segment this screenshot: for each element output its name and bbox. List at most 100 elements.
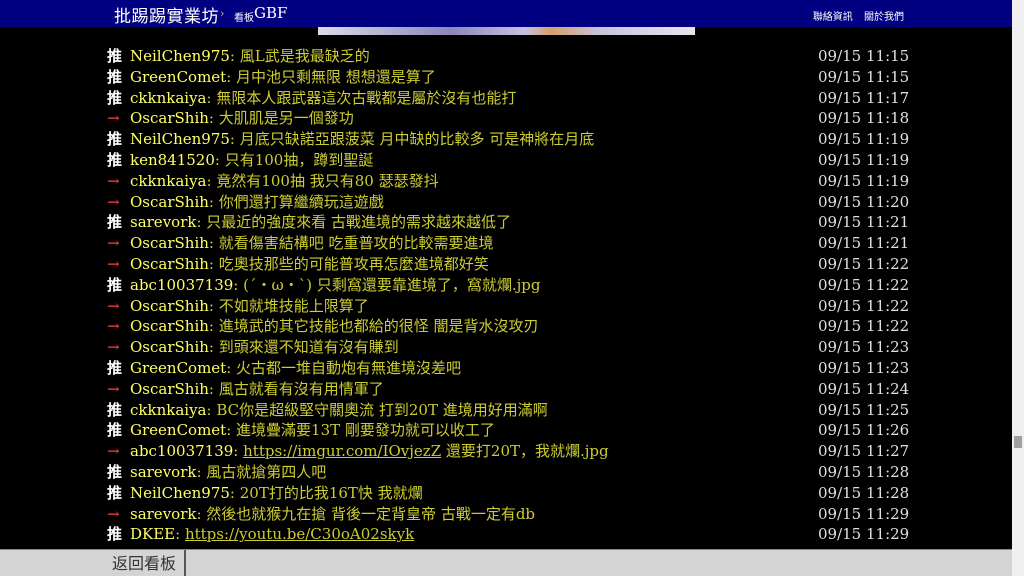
push-row: → OscarShih: 就看傷害結構吧 吃重普攻的比較需要進境 09/15 11:… xyxy=(0,233,1012,254)
push-datetime: 09/15 11:29 xyxy=(818,504,910,523)
push-content: : https://imgur.com/IOvjezZ 還要打20T，我就爛.j… xyxy=(233,442,608,460)
back-to-board-button[interactable]: 返回看板 xyxy=(104,550,186,576)
push-userid: OscarShih: 不如就堆技能上限算了 xyxy=(130,296,369,317)
push-username: ckknkaiya xyxy=(130,400,207,419)
push-userid: OscarShih: 你們還打算繼續玩這遊戲 xyxy=(130,192,384,213)
push-userid: abc10037139: https://imgur.com/IOvjezZ 還… xyxy=(130,441,609,462)
push-username: OscarShih xyxy=(130,338,209,357)
push-content: : 然後也就猴九在搶 背後一定背皇帝 古戰一定有db xyxy=(196,504,536,523)
push-row: 推 sarevork: 風古就搶第四人吧 09/15 11:28 xyxy=(0,462,1012,483)
push-link[interactable]: https://youtu.be/C30oA02skyk xyxy=(185,525,414,543)
push-tag-recommend: 推 xyxy=(107,525,123,544)
push-datetime: 09/15 11:23 xyxy=(818,358,910,377)
push-username: sarevork xyxy=(130,462,197,481)
push-username: OscarShih xyxy=(130,254,209,273)
push-tag-recommend: 推 xyxy=(107,150,123,169)
push-userid: ckknkaiya: 竟然有100抽 我只有80 瑟瑟發抖 xyxy=(130,171,439,192)
push-username: abc10037139 xyxy=(130,275,234,294)
push-username: abc10037139 xyxy=(130,442,234,461)
push-datetime: 09/15 11:15 xyxy=(818,67,910,86)
push-datetime: 09/15 11:27 xyxy=(818,442,910,461)
push-content: : 不如就堆技能上限算了 xyxy=(208,296,369,315)
site-title-link[interactable]: 批踢踢實業坊 xyxy=(114,2,219,27)
push-username: GreenComet xyxy=(130,358,227,377)
push-datetime: 09/15 11:24 xyxy=(818,379,910,398)
push-content: : 吃奧技那些的可能普攻再怎麼進境都好笑 xyxy=(208,254,489,273)
push-row: 推 sarevork: 只最近的強度來看 古戰進境的需求越來越低了 09/15 11… xyxy=(0,212,1012,233)
push-row: → ckknkaiya: 竟然有100抽 我只有80 瑟瑟發抖 09/15 11:1… xyxy=(0,171,1012,192)
board-label: 看板 xyxy=(234,13,254,24)
push-content: : 進境疊滿要13T 剛要發功就可以收工了 xyxy=(226,421,495,440)
contact-link[interactable]: 聯絡資訊 xyxy=(813,12,853,23)
scrollbar[interactable] xyxy=(1012,0,1024,576)
push-datetime: 09/15 11:28 xyxy=(818,462,910,481)
push-tag-recommend: 推 xyxy=(107,400,123,419)
push-username: sarevork xyxy=(130,213,197,232)
push-datetime: 09/15 11:20 xyxy=(818,192,910,211)
push-row: 推 NeilChen975: 月底只缺諾亞跟菠菜 月中缺的比較多 可是神將在月底 0… xyxy=(0,129,1012,150)
push-tag-recommend: 推 xyxy=(107,421,123,440)
push-username: OscarShih xyxy=(130,317,209,336)
push-link[interactable]: https://imgur.com/IOvjezZ xyxy=(243,442,441,460)
push-userid: sarevork: 然後也就猴九在搶 背後一定背皇帝 古戰一定有db xyxy=(130,504,535,525)
push-content: : https://youtu.be/C30oA02skyk xyxy=(175,525,414,543)
push-row: → OscarShih: 進境武的其它技能也都給的很怪 闇是背水沒攻刃 09/15 … xyxy=(0,316,1012,337)
push-row: 推 ckknkaiya: BC你是超級堅守關奧流 打到20T 進境用好用滿啊 09/… xyxy=(0,400,1012,421)
push-username: ckknkaiya xyxy=(130,171,207,190)
push-row: → OscarShih: 風古就看有沒有用情軍了 09/15 11:24 xyxy=(0,379,1012,400)
push-content: : BC你是超級堅守關奧流 打到20T 進境用好用滿啊 xyxy=(206,400,548,419)
top-bar: 批踢踢實業坊 › 看板 GBF 聯絡資訊 關於我們 xyxy=(0,0,1012,27)
push-username: GreenComet xyxy=(130,421,227,440)
push-tag-recommend: 推 xyxy=(107,213,123,232)
push-tag-arrow: → xyxy=(107,504,120,523)
push-userid: OscarShih: 進境武的其它技能也都給的很怪 闇是背水沒攻刃 xyxy=(130,316,539,337)
board-name-link[interactable]: GBF xyxy=(254,4,287,22)
push-username: ken841520 xyxy=(130,150,215,169)
push-tag-arrow: → xyxy=(107,338,120,357)
push-tag-arrow: → xyxy=(107,442,120,461)
push-row: → OscarShih: 到頭來還不知道有沒有賺到 09/15 11:23 xyxy=(0,337,1012,358)
push-datetime: 09/15 11:25 xyxy=(818,400,910,419)
push-datetime: 09/15 11:23 xyxy=(818,338,910,357)
push-userid: NeilChen975: 月底只缺諾亞跟菠菜 月中缺的比較多 可是神將在月底 xyxy=(130,129,594,150)
push-tag-arrow: → xyxy=(107,109,120,128)
push-userid: abc10037139: (´・ω・`) 只剩窩還要靠進境了，窩就爛.jpg xyxy=(130,275,540,296)
push-userid: OscarShih: 就看傷害結構吧 吃重普攻的比較需要進境 xyxy=(130,233,494,254)
push-tag-recommend: 推 xyxy=(107,130,123,149)
push-content: : 20T打的比我16T快 我就爛 xyxy=(229,483,423,502)
push-tag-arrow: → xyxy=(107,317,120,336)
push-row: 推 DKEE: https://youtu.be/C30oA02skyk 09/15… xyxy=(0,524,1012,545)
push-row: 推 NeilChen975: 風L武是我最缺乏的 09/15 11:15 xyxy=(0,46,1012,67)
push-userid: ken841520: 只有100抽，蹲到聖誕 xyxy=(130,150,373,171)
push-tag-arrow: → xyxy=(107,234,120,253)
push-datetime: 09/15 11:22 xyxy=(818,275,910,294)
about-link[interactable]: 關於我們 xyxy=(864,12,904,23)
push-userid: sarevork: 風古就搶第四人吧 xyxy=(130,462,326,483)
push-content: : 月中池只剩無限 想想還是算了 xyxy=(226,67,436,86)
push-username: NeilChen975 xyxy=(130,130,230,149)
push-userid: ckknkaiya: 無限本人跟武器這次古戰都是屬於沒有也能打 xyxy=(130,88,516,109)
scrollbar-thumb[interactable] xyxy=(1014,436,1022,448)
push-tag-arrow: → xyxy=(107,296,120,315)
push-content: : 只最近的強度來看 古戰進境的需求越來越低了 xyxy=(196,213,512,232)
push-userid: NeilChen975: 20T打的比我16T快 我就爛 xyxy=(130,483,423,504)
push-list: 推 NeilChen975: 風L武是我最缺乏的 09/15 11:15 推 Green… xyxy=(0,46,1012,545)
push-row: 推 GreenComet: 月中池只剩無限 想想還是算了 09/15 11:15 xyxy=(0,67,1012,88)
push-userid: OscarShih: 風古就看有沒有用情軍了 xyxy=(130,379,384,400)
push-row: → OscarShih: 你們還打算繼續玩這遊戲 09/15 11:20 xyxy=(0,192,1012,213)
push-row: 推 ckknkaiya: 無限本人跟武器這次古戰都是屬於沒有也能打 09/15 11… xyxy=(0,88,1012,109)
push-username: NeilChen975 xyxy=(130,483,230,502)
push-userid: OscarShih: 吃奧技那些的可能普攻再怎麼進境都好笑 xyxy=(130,254,489,275)
push-content: : 到頭來還不知道有沒有賺到 xyxy=(208,338,399,357)
push-datetime: 09/15 11:18 xyxy=(818,109,910,128)
article-image-partial xyxy=(318,27,695,35)
push-tag-recommend: 推 xyxy=(107,67,123,86)
push-userid: GreenComet: 月中池只剩無限 想想還是算了 xyxy=(130,67,436,88)
push-userid: sarevork: 只最近的強度來看 古戰進境的需求越來越低了 xyxy=(130,212,511,233)
push-datetime: 09/15 11:19 xyxy=(818,150,910,169)
bottom-bar: 返回看板 xyxy=(0,549,1012,576)
push-userid: DKEE: https://youtu.be/C30oA02skyk xyxy=(130,524,414,545)
push-username: OscarShih xyxy=(130,379,209,398)
push-row: 推 NeilChen975: 20T打的比我16T快 我就爛 09/15 11:28 xyxy=(0,483,1012,504)
push-content: : (´・ω・`) 只剩窩還要靠進境了，窩就爛.jpg xyxy=(233,275,541,294)
